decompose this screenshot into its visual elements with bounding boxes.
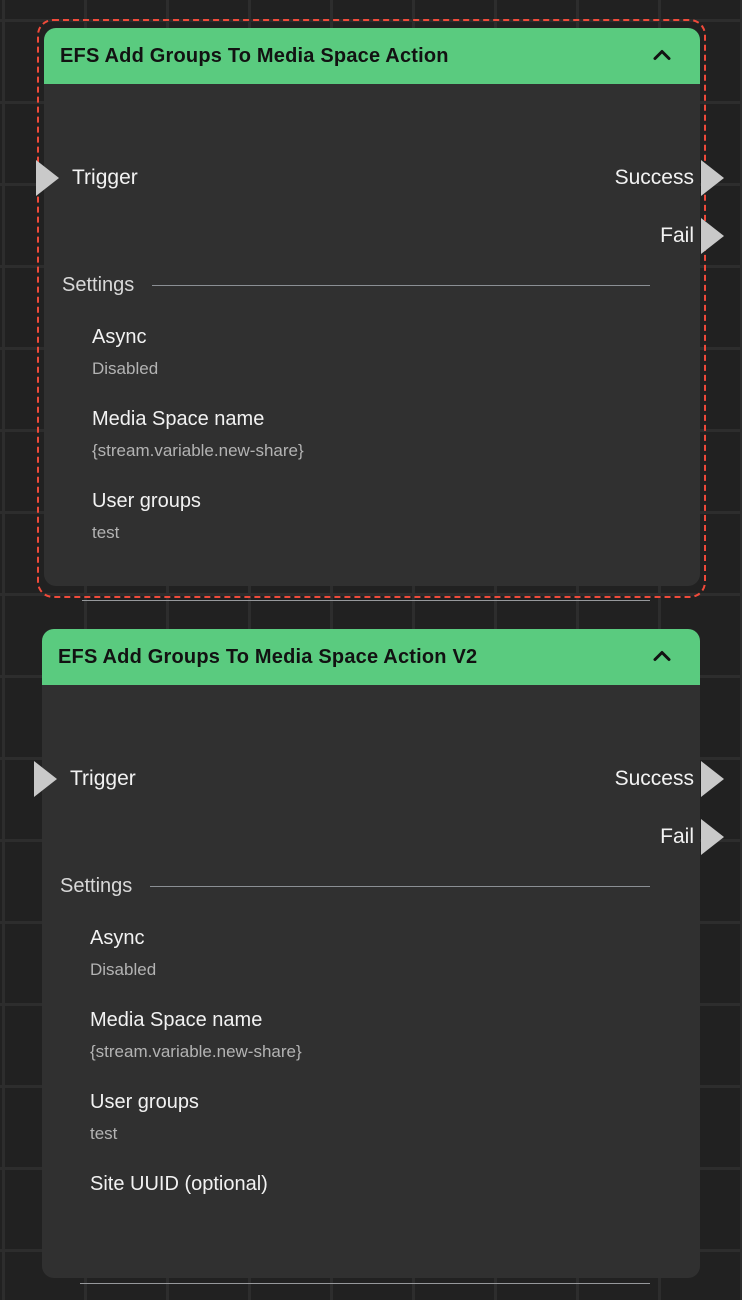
trigger-port-label: Trigger	[72, 166, 138, 190]
settings-section-label: Settings	[60, 875, 132, 898]
field-label: User groups	[92, 488, 676, 514]
chevron-up-icon	[652, 649, 672, 665]
node-body: Trigger Success Fail Settings Async Disa…	[42, 685, 700, 1278]
settings-divider	[150, 886, 650, 887]
node-footer-divider	[82, 600, 650, 601]
fail-port-label: Fail	[660, 825, 694, 849]
fail-output-port[interactable]	[701, 819, 724, 855]
field-media-space-name: Media Space name {stream.variable.new-sh…	[90, 1007, 676, 1063]
field-user-groups: User groups test	[92, 488, 676, 544]
field-value: Disabled	[92, 358, 676, 380]
node-efs-add-groups-to-media-space-action-v2[interactable]: EFS Add Groups To Media Space Action V2 …	[42, 629, 700, 1278]
field-value: test	[92, 522, 676, 544]
settings-section: Settings	[62, 270, 650, 300]
flow-canvas[interactable]: EFS Add Groups To Media Space Action Tri…	[0, 0, 742, 1300]
field-value: {stream.variable.new-share}	[90, 1041, 676, 1063]
field-value: test	[90, 1123, 676, 1145]
node-footer-divider	[80, 1283, 650, 1284]
collapse-button[interactable]	[648, 44, 676, 68]
node-body: Trigger Success Fail Settings Async Disa…	[44, 84, 700, 586]
fields-list: Async Disabled Media Space name {stream.…	[90, 925, 676, 1223]
collapse-button[interactable]	[648, 645, 676, 669]
settings-section-label: Settings	[62, 274, 134, 297]
field-async: Async Disabled	[92, 324, 676, 380]
settings-section: Settings	[60, 871, 650, 901]
node-header[interactable]: EFS Add Groups To Media Space Action	[44, 28, 700, 84]
port-row: Trigger Success	[70, 761, 694, 797]
node-header[interactable]: EFS Add Groups To Media Space Action V2	[42, 629, 700, 685]
field-label: Site UUID (optional)	[90, 1171, 676, 1197]
node-title: EFS Add Groups To Media Space Action V2	[58, 646, 477, 669]
port-row: Fail	[70, 819, 694, 855]
trigger-port-label: Trigger	[70, 767, 136, 791]
fail-port-label: Fail	[660, 224, 694, 248]
success-output-port[interactable]	[701, 761, 724, 797]
trigger-input-port[interactable]	[36, 160, 59, 196]
port-row: Fail	[72, 218, 694, 254]
success-port-label: Success	[615, 767, 694, 791]
field-site-uuid: Site UUID (optional)	[90, 1171, 676, 1197]
field-label: Async	[90, 925, 676, 951]
field-label: User groups	[90, 1089, 676, 1115]
node-efs-add-groups-to-media-space-action[interactable]: EFS Add Groups To Media Space Action Tri…	[44, 28, 700, 586]
field-value: Disabled	[90, 959, 676, 981]
field-media-space-name: Media Space name {stream.variable.new-sh…	[92, 406, 676, 462]
fields-list: Async Disabled Media Space name {stream.…	[92, 324, 676, 570]
port-row: Trigger Success	[72, 160, 694, 196]
trigger-input-port[interactable]	[34, 761, 57, 797]
success-port-label: Success	[615, 166, 694, 190]
field-user-groups: User groups test	[90, 1089, 676, 1145]
fail-output-port[interactable]	[701, 218, 724, 254]
success-output-port[interactable]	[701, 160, 724, 196]
field-async: Async Disabled	[90, 925, 676, 981]
field-label: Media Space name	[92, 406, 676, 432]
field-label: Async	[92, 324, 676, 350]
field-label: Media Space name	[90, 1007, 676, 1033]
field-value: {stream.variable.new-share}	[92, 440, 676, 462]
node-title: EFS Add Groups To Media Space Action	[60, 45, 449, 68]
chevron-up-icon	[652, 48, 672, 64]
settings-divider	[152, 285, 650, 286]
